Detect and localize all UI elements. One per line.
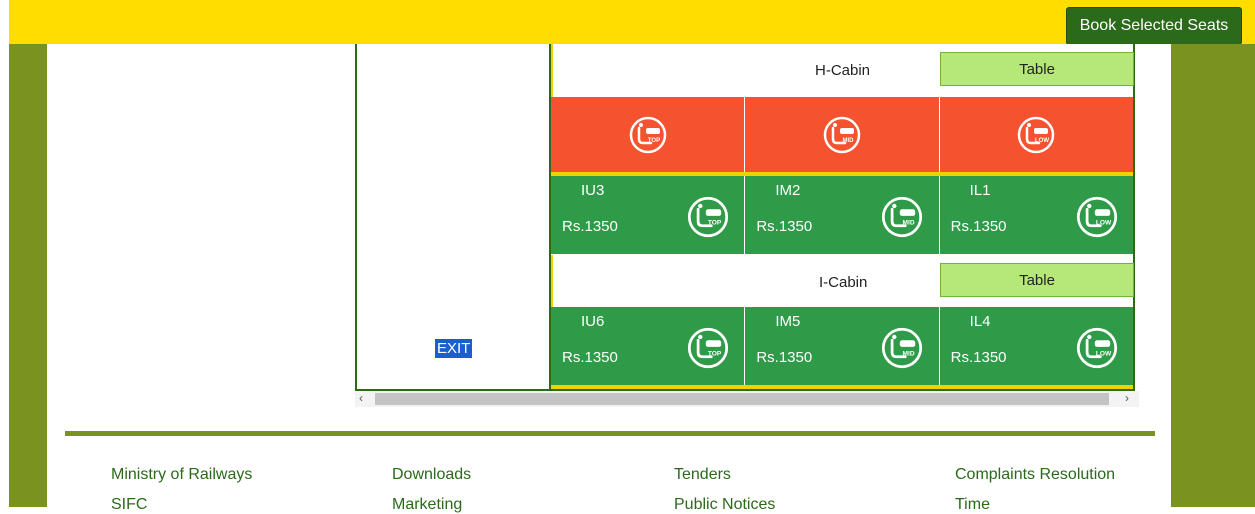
seat-im5[interactable]: IM5 Rs.1350 MID bbox=[745, 307, 940, 385]
berth-seat-icon: LOW bbox=[1076, 196, 1117, 238]
berth-seat-icon: MID bbox=[823, 116, 861, 153]
cabin-name-h: H-Cabin bbox=[815, 62, 871, 79]
seat-price: Rs.1350 bbox=[950, 349, 1007, 366]
seat-il4[interactable]: IL4 Rs.1350 LOW bbox=[939, 307, 1133, 385]
booked-berth-mid: MID bbox=[745, 97, 940, 172]
chevron-left-icon[interactable]: ‹ bbox=[359, 391, 363, 405]
svg-text:TOP: TOP bbox=[648, 138, 660, 144]
booked-berth-top: TOP bbox=[551, 97, 746, 172]
chevron-right-icon[interactable]: › bbox=[1125, 391, 1129, 405]
svg-text:TOP: TOP bbox=[708, 220, 722, 227]
footer-link[interactable]: Complaints Resolution bbox=[955, 466, 1115, 484]
seat-im2[interactable]: IM2 Rs.1350 MID bbox=[745, 176, 940, 254]
seat-code: IM5 bbox=[775, 313, 801, 330]
svg-text:LOW: LOW bbox=[1035, 138, 1049, 144]
seat-code: IL1 bbox=[969, 182, 991, 199]
seat-price: Rs.1350 bbox=[562, 218, 618, 235]
seat-il1[interactable]: IL1 Rs.1350 LOW bbox=[939, 176, 1133, 254]
booked-berth-low: LOW bbox=[939, 97, 1133, 172]
berth-seat-icon: TOP bbox=[687, 196, 729, 238]
yellow-divider bbox=[551, 385, 1133, 389]
svg-text:MID: MID bbox=[842, 138, 854, 144]
scrollbar-thumb[interactable] bbox=[375, 393, 1109, 405]
berth-seat-icon: TOP bbox=[687, 327, 729, 369]
seat-row: IU3 Rs.1350 TOP IM2 Rs.1350 MID IL1 Rs.1… bbox=[551, 176, 1133, 254]
seat-code: IM2 bbox=[775, 182, 801, 199]
seat-price: Rs.1350 bbox=[756, 218, 813, 235]
book-selected-seats-button[interactable]: Book Selected Seats bbox=[1066, 7, 1242, 45]
table-label-h: Table bbox=[940, 52, 1134, 86]
footer-link[interactable]: Ministry of Railways bbox=[111, 466, 252, 484]
svg-text:LOW: LOW bbox=[1096, 220, 1112, 227]
seat-row: IU6 Rs.1350 TOP IM5 Rs.1350 MID IL4 Rs.1… bbox=[551, 307, 1133, 385]
berth-seat-icon: TOP bbox=[629, 116, 666, 153]
footer-link[interactable]: Public Notices bbox=[674, 496, 775, 514]
berth-seat-icon: MID bbox=[882, 196, 923, 238]
svg-text:MID: MID bbox=[903, 351, 915, 358]
seat-code: IL4 bbox=[969, 313, 991, 330]
left-side-band bbox=[9, 44, 47, 507]
exit-label: EXIT bbox=[435, 339, 473, 358]
berth-seat-icon: MID bbox=[882, 327, 923, 369]
seat-price: Rs.1350 bbox=[756, 349, 813, 366]
seat-price: Rs.1350 bbox=[562, 349, 618, 366]
svg-text:LOW: LOW bbox=[1096, 351, 1112, 358]
seat-iu3[interactable]: IU3 Rs.1350 TOP bbox=[551, 176, 746, 254]
yellow-divider bbox=[551, 255, 553, 307]
footer-link[interactable]: Tenders bbox=[674, 466, 731, 484]
footer-link[interactable]: Downloads bbox=[392, 466, 471, 484]
footer-link[interactable]: Marketing bbox=[392, 496, 462, 514]
yellow-divider bbox=[551, 44, 553, 97]
right-side-band bbox=[1171, 44, 1255, 507]
footer-link[interactable]: Time bbox=[955, 496, 990, 514]
cabin-name-i: I-Cabin bbox=[819, 274, 868, 291]
svg-text:TOP: TOP bbox=[708, 351, 722, 358]
footer-divider bbox=[65, 431, 1155, 436]
berth-seat-icon: LOW bbox=[1018, 116, 1055, 153]
footer-link[interactable]: SIFC bbox=[111, 496, 147, 514]
berth-seat-icon: LOW bbox=[1076, 327, 1117, 369]
seat-code: IU6 bbox=[581, 313, 605, 330]
seat-iu6[interactable]: IU6 Rs.1350 TOP bbox=[551, 307, 746, 385]
svg-text:MID: MID bbox=[903, 220, 915, 227]
booked-berth-row: TOP MID LOW bbox=[551, 97, 1133, 172]
seat-code: IU3 bbox=[581, 182, 605, 199]
table-label-i: Table bbox=[940, 263, 1134, 297]
seat-price: Rs.1350 bbox=[950, 218, 1007, 235]
horizontal-scrollbar[interactable]: ‹ › bbox=[355, 391, 1139, 407]
